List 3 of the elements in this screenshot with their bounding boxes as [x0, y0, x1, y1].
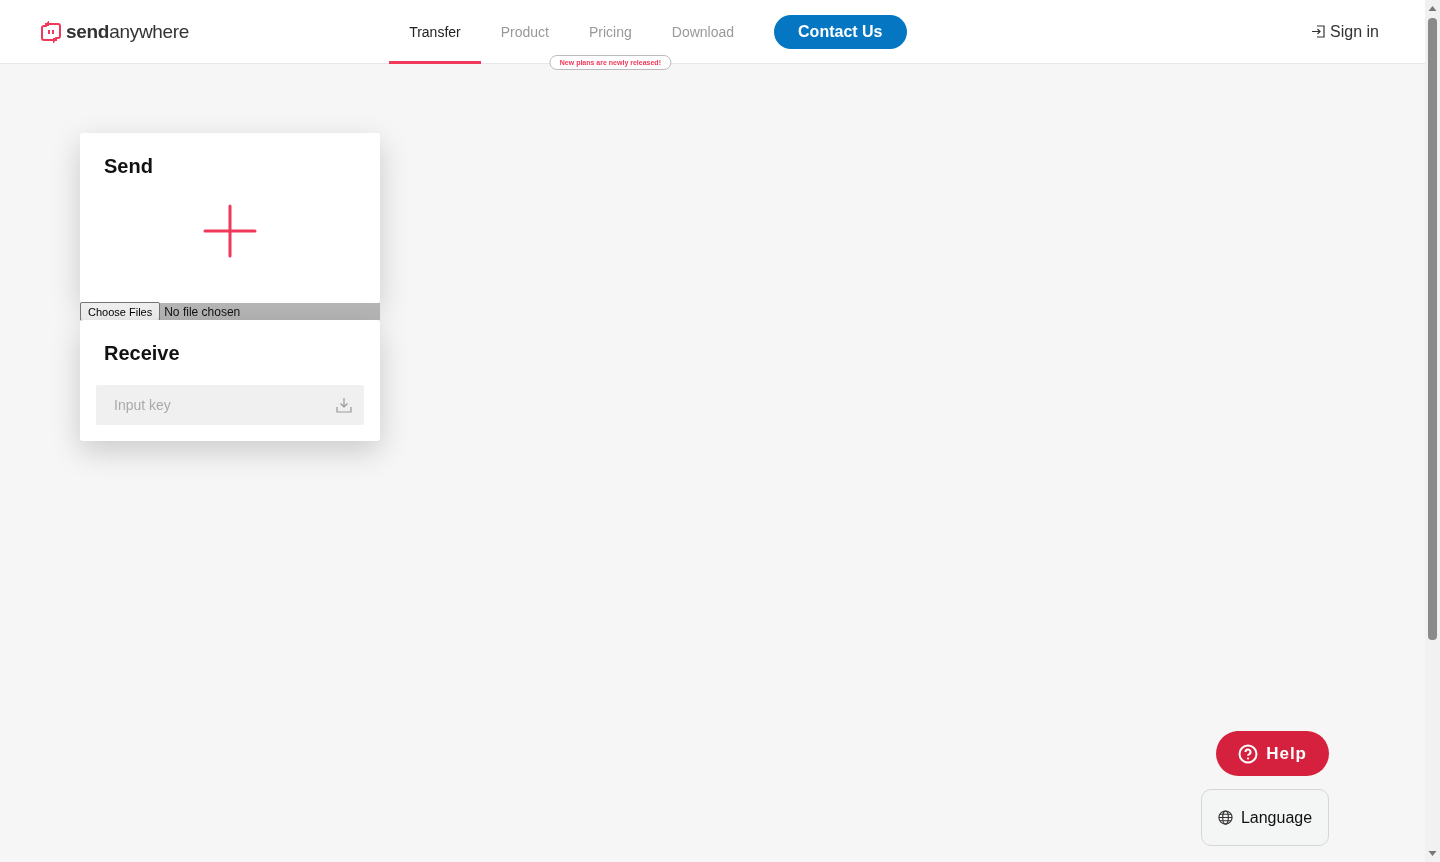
send-title: Send — [104, 155, 154, 178]
file-status: No file chosen — [164, 304, 241, 319]
receive-title: Receive — [103, 342, 181, 365]
